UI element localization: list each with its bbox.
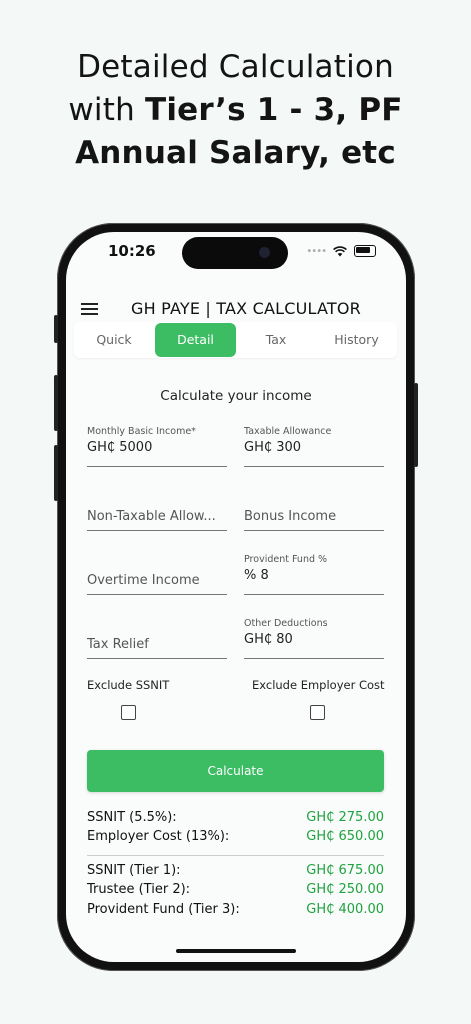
tax-relief-field[interactable]: Tax Relief: [87, 618, 227, 659]
battery-icon: [354, 245, 376, 257]
calculate-button[interactable]: Calculate: [87, 750, 384, 792]
overtime-income-field[interactable]: Overtime Income: [87, 554, 227, 595]
exclude-employer-cost-label: Exclude Employer Cost: [252, 678, 385, 692]
exclude-employer-cost-checkbox[interactable]: [310, 705, 325, 720]
status-time: 10:26: [108, 242, 156, 260]
dynamic-island: [182, 237, 288, 269]
wifi-icon: [333, 245, 347, 256]
camera-icon: [259, 247, 270, 258]
volume-up-button: [54, 375, 58, 431]
phone-frame: 10:26 •••• GH PAYE | TAX CALCULATOR Quic…: [54, 223, 418, 971]
tab-tax[interactable]: Tax: [236, 322, 316, 358]
headline-line-3: Annual Salary, etc: [75, 135, 396, 171]
promo-headline: Detailed Calculation with Tier’s 1 - 3, …: [0, 46, 471, 175]
status-icons: ••••: [306, 245, 376, 257]
form-title: Calculate your income: [160, 388, 312, 404]
field-value: GH₵ 300: [244, 440, 302, 455]
result-row: Trustee (Tier 2): GH₵ 250.00: [87, 882, 384, 897]
home-indicator[interactable]: [176, 949, 296, 953]
menu-icon[interactable]: [81, 303, 98, 315]
provident-fund-field[interactable]: Provident Fund % % 8: [244, 554, 384, 595]
non-taxable-allowance-field[interactable]: Non-Taxable Allow...: [87, 490, 227, 531]
other-deductions-field[interactable]: Other Deductions GH₵ 80: [244, 618, 384, 659]
volume-down-button: [54, 445, 58, 501]
tab-history[interactable]: History: [316, 322, 397, 358]
exclude-ssnit-label: Exclude SSNIT: [87, 678, 170, 692]
tab-bar: Quick Detail Tax History: [74, 322, 397, 358]
field-label: Monthly Basic Income*: [87, 426, 196, 437]
field-label: Taxable Allowance: [244, 426, 332, 437]
field-value: GH₵ 5000: [87, 440, 153, 455]
bonus-income-field[interactable]: Bonus Income: [244, 490, 384, 531]
result-row: SSNIT (5.5%): GH₵ 275.00: [87, 810, 384, 825]
field-value: GH₵ 80: [244, 632, 293, 647]
monthly-basic-income-field[interactable]: Monthly Basic Income* GH₵ 5000: [87, 426, 227, 467]
app-title: GH PAYE | TAX CALCULATOR: [131, 299, 361, 318]
signal-dots: ••••: [306, 245, 327, 257]
field-placeholder: Tax Relief: [87, 637, 149, 652]
results-divider: [87, 855, 384, 856]
headline-line-1: Detailed Calculation: [77, 49, 394, 85]
tab-quick[interactable]: Quick: [74, 322, 154, 358]
field-label: Other Deductions: [244, 618, 328, 629]
field-placeholder: Bonus Income: [244, 509, 337, 524]
headline-line-2: with Tier’s 1 - 3, PF: [68, 92, 403, 128]
field-placeholder: Overtime Income: [87, 573, 200, 588]
result-row: Employer Cost (13%): GH₵ 650.00: [87, 829, 384, 844]
mute-switch: [54, 315, 58, 343]
power-button: [414, 383, 418, 467]
field-placeholder: Non-Taxable Allow...: [87, 509, 216, 524]
result-row: SSNIT (Tier 1): GH₵ 675.00: [87, 863, 384, 878]
field-label: Provident Fund %: [244, 554, 328, 565]
app-screen: 10:26 •••• GH PAYE | TAX CALCULATOR Quic…: [66, 232, 406, 962]
taxable-allowance-field[interactable]: Taxable Allowance GH₵ 300: [244, 426, 384, 467]
field-value: % 8: [244, 568, 269, 583]
tab-detail[interactable]: Detail: [155, 323, 236, 357]
result-row: Provident Fund (Tier 3): GH₵ 400.00: [87, 902, 384, 917]
exclude-ssnit-checkbox[interactable]: [121, 705, 136, 720]
